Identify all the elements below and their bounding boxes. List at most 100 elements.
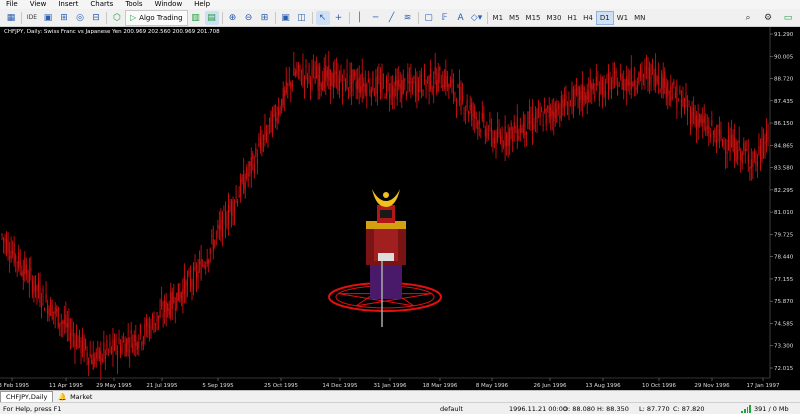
candle-body xyxy=(490,127,492,140)
candle-body xyxy=(151,315,154,319)
candle-body xyxy=(475,116,477,120)
menu-insert[interactable]: Insert xyxy=(52,0,84,9)
market-icon[interactable]: ⊟ xyxy=(89,11,103,25)
candle-body xyxy=(95,351,97,359)
one-click-icon[interactable]: ▥ xyxy=(189,11,203,25)
menu-view[interactable]: View xyxy=(24,0,53,9)
candle-body xyxy=(457,85,459,88)
search-icon[interactable]: ⌕ xyxy=(741,11,755,25)
tab-market[interactable]: 🔔 Market xyxy=(53,392,97,402)
vertical-line-icon[interactable]: │ xyxy=(353,11,367,25)
candle-body xyxy=(91,360,93,365)
candle-body xyxy=(40,303,43,308)
profiles-icon[interactable]: ▣ xyxy=(41,11,55,25)
timeframe-h4[interactable]: H4 xyxy=(580,12,596,24)
timeframe-d1[interactable]: D1 xyxy=(595,10,614,25)
separator xyxy=(106,11,107,24)
sword-hilt-hands xyxy=(378,253,394,261)
candle-body xyxy=(556,108,558,123)
ide-icon[interactable]: IDE xyxy=(25,11,39,25)
candle-body xyxy=(551,110,553,116)
candle-body xyxy=(234,205,236,212)
tab-chfjpy[interactable]: CHFJPY,Daily xyxy=(0,391,54,402)
candle-body xyxy=(633,79,635,86)
candle-body xyxy=(723,139,725,143)
menu-window[interactable]: Window xyxy=(149,0,189,9)
candle-body xyxy=(89,354,91,357)
candle-body xyxy=(621,76,623,90)
candle-body xyxy=(373,92,375,96)
timeframe-mn[interactable]: MN xyxy=(631,12,648,24)
rectangle-icon[interactable]: ▢ xyxy=(422,11,436,25)
candle-body xyxy=(10,251,12,260)
candle-body xyxy=(62,321,64,325)
candle-body xyxy=(194,265,196,269)
price-chart[interactable]: 91.290 90.005 88.720 87.435 86.150 84.865 83.5… xyxy=(0,27,800,390)
candle-body xyxy=(746,149,748,151)
new-chart-icon[interactable]: ▦ xyxy=(4,11,18,25)
candle-body xyxy=(297,63,299,70)
horizontal-line-icon[interactable]: ─ xyxy=(369,11,383,25)
timeframe-m1[interactable]: M1 xyxy=(490,12,507,24)
menu-bar: File View Insert Charts Tools Window Hel… xyxy=(0,0,800,9)
menu-file[interactable]: File xyxy=(0,0,24,9)
tile-icon[interactable]: ⊞ xyxy=(258,11,272,25)
timeframe-m5[interactable]: M5 xyxy=(506,12,523,24)
candle-body xyxy=(19,260,21,266)
samurai-mascot-icon xyxy=(328,189,442,327)
candle-body xyxy=(395,75,397,86)
candle-body xyxy=(375,77,377,95)
candle-body xyxy=(218,225,220,230)
bell-icon: 🔔 xyxy=(58,393,68,401)
channel-icon[interactable]: ≋ xyxy=(401,11,415,25)
chart-shift-icon[interactable]: ▤ xyxy=(204,10,219,25)
candle-body xyxy=(481,112,483,120)
text-icon[interactable]: A xyxy=(454,11,468,25)
timeframe-m15[interactable]: M15 xyxy=(523,12,544,24)
menu-charts[interactable]: Charts xyxy=(84,0,119,9)
candle-body xyxy=(303,76,306,85)
candle-body xyxy=(752,158,754,168)
settings-icon[interactable]: ⚙ xyxy=(761,11,775,25)
shapes-icon[interactable]: ◇▾ xyxy=(470,11,484,25)
timeframe-h1[interactable]: H1 xyxy=(564,12,580,24)
trendline-icon[interactable]: ╱ xyxy=(385,11,399,25)
signals-icon[interactable]: ◎ xyxy=(73,11,87,25)
candle-body xyxy=(48,308,50,318)
candle-body xyxy=(357,79,359,90)
candle-body xyxy=(265,131,268,141)
candle-body xyxy=(702,119,704,124)
screenshot-icon[interactable]: ▣ xyxy=(279,11,293,25)
strategy-icon[interactable]: ⬡ xyxy=(110,11,124,25)
candle-body xyxy=(302,68,304,75)
timeframe-m30[interactable]: M30 xyxy=(543,12,564,24)
candle-body xyxy=(344,79,347,91)
menu-tools[interactable]: Tools xyxy=(119,0,148,9)
template-icon[interactable]: ◫ xyxy=(295,11,309,25)
candle-body xyxy=(252,153,254,160)
crosshair-icon[interactable]: + xyxy=(332,11,346,25)
candle-body xyxy=(653,73,655,87)
timeframe-w1[interactable]: W1 xyxy=(614,12,631,24)
candle-body xyxy=(594,93,596,100)
candle-body xyxy=(127,337,129,344)
account-icon[interactable]: ▭ xyxy=(781,11,795,25)
candle-body xyxy=(601,79,603,95)
candle-body xyxy=(264,126,266,141)
zoom-out-icon[interactable]: ⊖ xyxy=(242,11,256,25)
fibonacci-icon[interactable]: 𝔽 xyxy=(438,11,452,25)
candle-body xyxy=(232,199,234,216)
chart-tabs: CHFJPY,Daily 🔔 Market xyxy=(0,390,800,402)
candle-body xyxy=(430,68,432,90)
algo-trading-button[interactable]: ▷ Algo Trading xyxy=(125,9,188,26)
grid-icon[interactable]: ⊞ xyxy=(57,11,71,25)
cursor-icon[interactable]: ↖ xyxy=(315,10,330,25)
candle-body xyxy=(738,139,740,143)
candle-body xyxy=(205,265,207,268)
candle-body xyxy=(56,308,58,312)
menu-help[interactable]: Help xyxy=(188,0,216,9)
candle-body xyxy=(712,131,714,136)
candle-body xyxy=(767,137,769,139)
zoom-in-icon[interactable]: ⊕ xyxy=(226,11,240,25)
candle-body xyxy=(92,353,94,370)
